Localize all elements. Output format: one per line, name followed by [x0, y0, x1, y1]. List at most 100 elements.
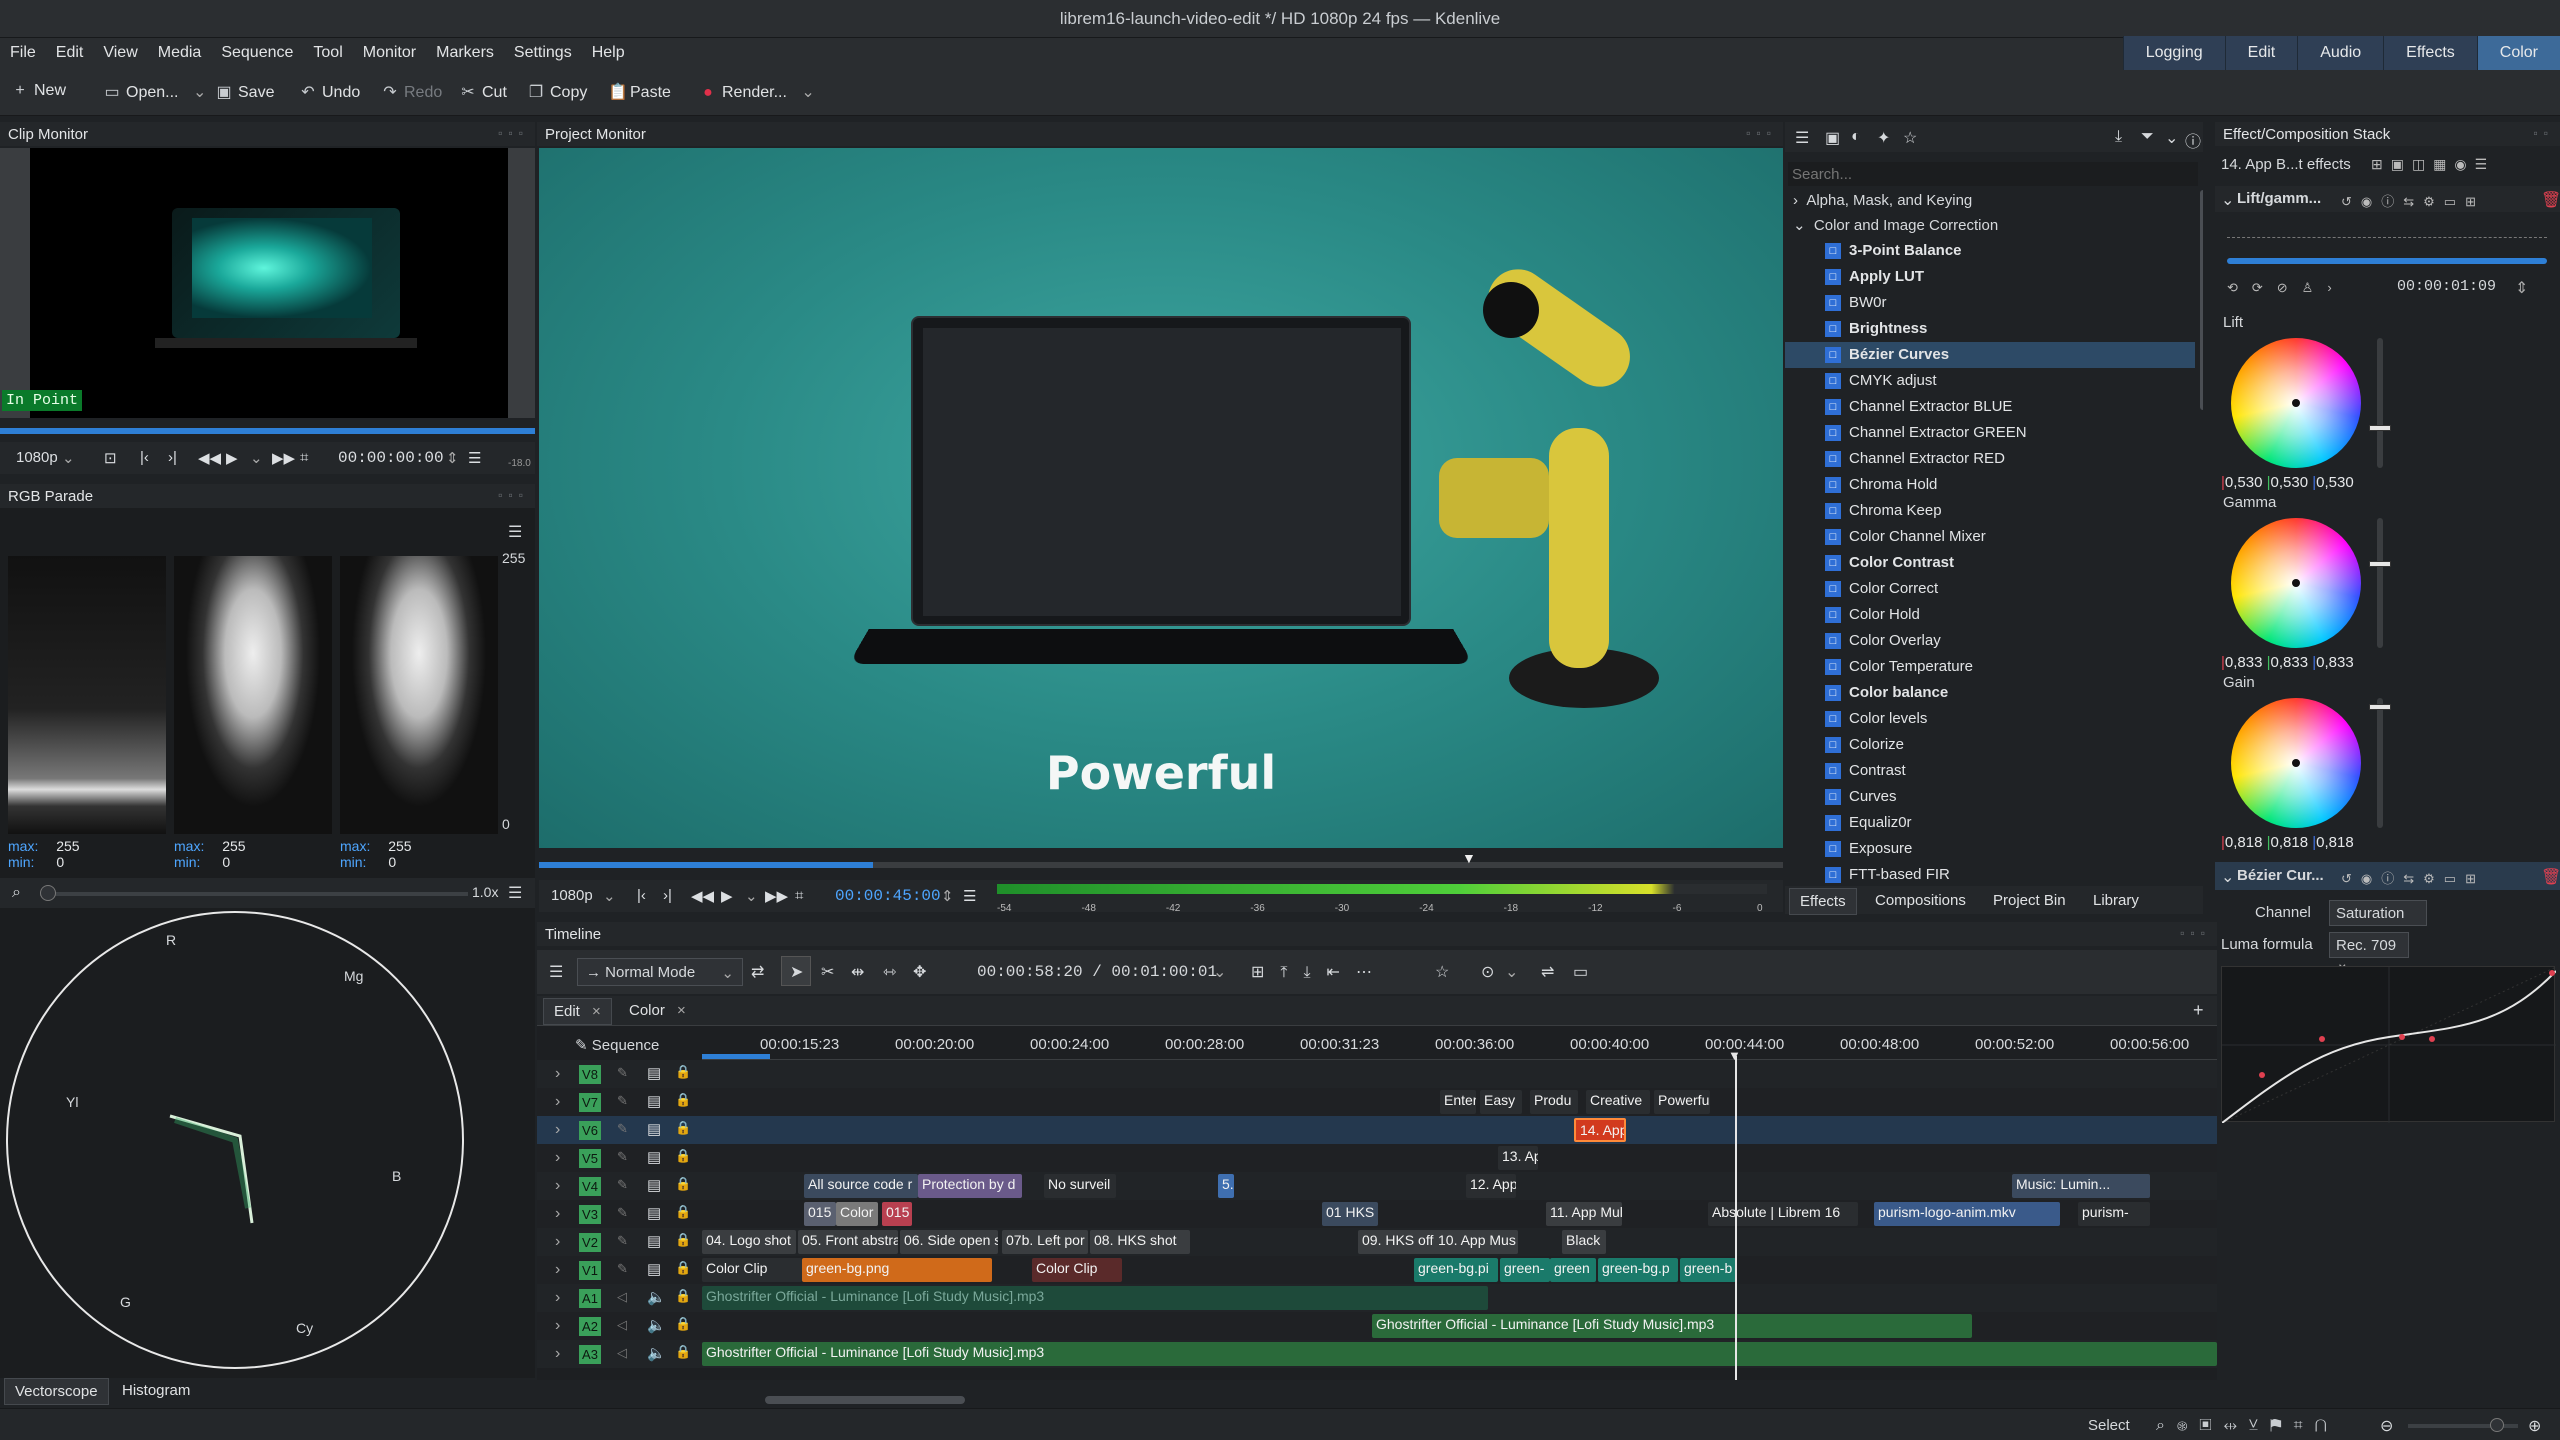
- timeline-h-scrollbar[interactable]: [765, 1396, 965, 1404]
- custom-effects-icon[interactable]: ✦: [1877, 128, 1890, 148]
- effect-item[interactable]: □ Color Channel Mixer: [1785, 524, 2195, 550]
- undo-button[interactable]: ↶ Undo: [300, 82, 360, 102]
- layout-audio[interactable]: Audio: [2297, 36, 2384, 70]
- zoom-out-icon[interactable]: ⊖: [2380, 1416, 2393, 1436]
- mute-icon[interactable]: ◁: [617, 1317, 627, 1333]
- lift-color-wheel[interactable]: [2231, 338, 2361, 468]
- lift-level-slider[interactable]: [2369, 338, 2391, 468]
- effect-item[interactable]: □ Brightness: [1785, 316, 2195, 342]
- timeline-playhead[interactable]: [1735, 1056, 1737, 1380]
- luma-select[interactable]: Rec. 709 ⌄: [2329, 932, 2409, 972]
- chevron-down-icon[interactable]: ⌄: [745, 887, 758, 905]
- effect-item[interactable]: □ Color Contrast: [1785, 550, 2195, 576]
- thumbnail-icon[interactable]: ▭: [1573, 962, 1588, 982]
- chevron-down-icon[interactable]: ⌄: [2165, 128, 2178, 148]
- film-icon[interactable]: ▤: [647, 1092, 661, 1110]
- zoom-slider[interactable]: [40, 885, 468, 901]
- menu-icon[interactable]: ☰: [508, 522, 522, 542]
- timeline-clip[interactable]: Protection by d: [918, 1174, 1022, 1198]
- tab-effects[interactable]: Effects: [1789, 888, 1857, 915]
- effect-item[interactable]: □ Channel Extractor GREEN: [1785, 420, 2195, 446]
- effect-item[interactable]: □ Channel Extractor RED: [1785, 446, 2195, 472]
- effects-search-input[interactable]: [1788, 162, 2198, 186]
- edit-mode-icon[interactable]: ⇄: [751, 962, 764, 982]
- timeline-clip[interactable]: green-: [1500, 1258, 1550, 1282]
- list-view-icon[interactable]: ☰: [1795, 128, 1809, 148]
- timeline-clip[interactable]: Produ: [1530, 1090, 1578, 1114]
- target-icon[interactable]: ✎: [617, 1261, 628, 1277]
- wheel-handle[interactable]: [2292, 399, 2300, 407]
- close-icon[interactable]: ×: [592, 1003, 601, 1020]
- track-label[interactable]: V3: [579, 1205, 601, 1224]
- delete-icon[interactable]: 🗑: [2541, 867, 2560, 887]
- menu-markers[interactable]: Markers: [426, 38, 504, 62]
- chevron-down-icon[interactable]: ⌄: [62, 449, 75, 467]
- lock-icon[interactable]: 🔒: [675, 1064, 691, 1080]
- zone-icon[interactable]: ⌗: [795, 887, 803, 904]
- menu-file[interactable]: File: [0, 38, 46, 62]
- effect-item[interactable]: □ Chroma Hold: [1785, 472, 2195, 498]
- menu-media[interactable]: Media: [148, 38, 212, 62]
- speaker-icon[interactable]: 🔈: [647, 1344, 666, 1362]
- spin-icon[interactable]: ⇕: [446, 449, 459, 467]
- timeline-clip[interactable]: 11. App Mul: [1546, 1202, 1622, 1226]
- gain-color-wheel[interactable]: [2231, 698, 2361, 828]
- channel-select[interactable]: Saturation ⌄: [2329, 900, 2427, 940]
- target-icon[interactable]: ✎: [617, 1121, 628, 1137]
- search-icon[interactable]: ⌕: [12, 884, 21, 902]
- chevron-down-icon[interactable]: ⌄: [250, 449, 263, 467]
- timeline-clip[interactable]: 10. App Mus: [1434, 1230, 1518, 1254]
- effect-bezier-header[interactable]: ⌄ Bézier Cur... ↺◉ⓘ⇆⚙▭⊞ 🗑: [2215, 862, 2560, 890]
- effect-item[interactable]: □ Channel Extractor BLUE: [1785, 394, 2195, 420]
- chevron-right-icon[interactable]: ›: [555, 1345, 560, 1363]
- timeline-action-icons[interactable]: ⊞⤒⤓⇤⋯: [1251, 962, 1388, 982]
- effect-item[interactable]: □ 3-Point Balance: [1785, 238, 2195, 264]
- effect-item[interactable]: □ Color balance: [1785, 680, 2195, 706]
- menu-icon[interactable]: ☰: [549, 962, 563, 982]
- effect-item[interactable]: □ Bézier Curves: [1785, 342, 2195, 368]
- timeline-clip[interactable]: green-b: [1680, 1258, 1736, 1282]
- chevron-down-icon[interactable]: ⌄: [1213, 962, 1226, 982]
- menu-settings[interactable]: Settings: [504, 38, 582, 62]
- target-icon[interactable]: ✎: [617, 1205, 628, 1221]
- track-label[interactable]: A2: [579, 1317, 601, 1336]
- effect-item[interactable]: □ Color Hold: [1785, 602, 2195, 628]
- ripple-tool-icon[interactable]: ⇿: [883, 962, 896, 982]
- target-icon[interactable]: ✎: [617, 1065, 628, 1081]
- keyframe-ruler[interactable]: [2227, 228, 2547, 238]
- category-alpha-mask[interactable]: › Alpha, Mask, and Keying: [1793, 192, 1972, 209]
- effect-item[interactable]: □ Curves: [1785, 784, 2195, 810]
- open-button[interactable]: ▭ Open... ⌄: [104, 82, 206, 102]
- download-icon[interactable]: ⤓: [2115, 128, 2122, 146]
- layout-color[interactable]: Color: [2476, 36, 2560, 70]
- set-in-icon[interactable]: |‹: [140, 449, 149, 466]
- project-seekbar[interactable]: ▼: [539, 850, 1783, 868]
- zone-icon[interactable]: ⌗: [300, 449, 308, 466]
- render-button[interactable]: ● Render... ⌄: [700, 82, 815, 102]
- timeline-clip[interactable]: purism-: [2078, 1202, 2150, 1226]
- panel-buttons-icon[interactable]: ▫▫▫: [498, 126, 529, 140]
- track-label[interactable]: V4: [579, 1177, 601, 1196]
- wheel-handle[interactable]: [2292, 759, 2300, 767]
- fullscreen-icon[interactable]: ⊡: [104, 449, 117, 467]
- timeline-clip[interactable]: Easy: [1480, 1090, 1522, 1114]
- menu-view[interactable]: View: [93, 38, 147, 62]
- timeline-clip[interactable]: green-bg.p: [1598, 1258, 1678, 1282]
- timeline-clip[interactable]: green-bg.pi: [1414, 1258, 1498, 1282]
- menu-icon[interactable]: ☰: [508, 883, 522, 903]
- effect-seekbar[interactable]: [2227, 258, 2547, 264]
- gamma-level-slider[interactable]: [2369, 518, 2391, 648]
- forward-icon[interactable]: ▶▶: [272, 449, 295, 467]
- category-color-correction[interactable]: ⌄ Color and Image Correction: [1793, 216, 1998, 234]
- lock-icon[interactable]: 🔒: [675, 1204, 691, 1220]
- effects-scrollbar[interactable]: [2200, 190, 2203, 410]
- chevron-right-icon[interactable]: ›: [555, 1233, 560, 1251]
- slider-knob[interactable]: [2369, 424, 2391, 431]
- track-label[interactable]: V7: [579, 1093, 601, 1112]
- menu-sequence[interactable]: Sequence: [211, 38, 303, 62]
- menu-monitor[interactable]: Monitor: [353, 38, 426, 62]
- chevron-right-icon[interactable]: ›: [555, 1121, 560, 1139]
- project-timecode[interactable]: 00:00:45:00: [835, 887, 941, 905]
- timeline-clip[interactable]: 01 HKS: [1322, 1202, 1378, 1226]
- timeline-clip[interactable]: Enter: [1440, 1090, 1476, 1114]
